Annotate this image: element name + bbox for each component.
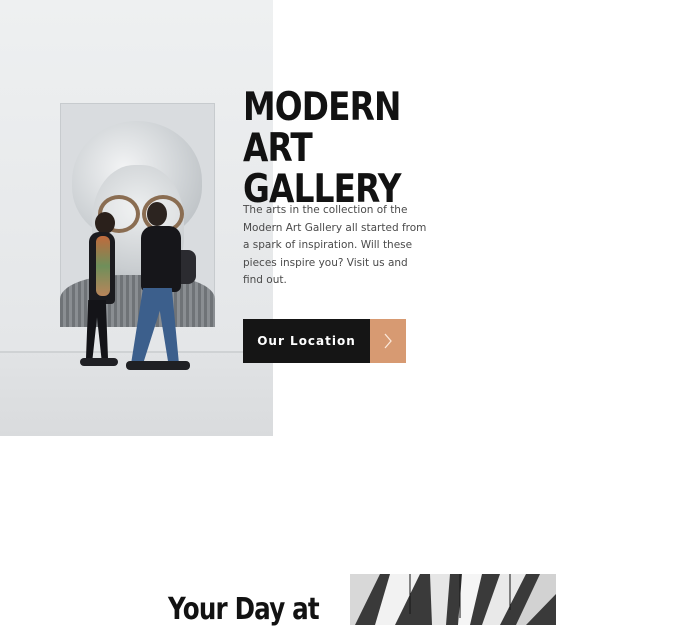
chevron-right-icon[interactable] — [370, 319, 406, 363]
our-location-button-label[interactable]: Our Location — [243, 319, 370, 363]
visitor-1-head — [95, 212, 115, 234]
portrait-painting — [60, 103, 215, 327]
visitor-1-shoes — [80, 358, 118, 366]
visitor-2-head — [147, 202, 167, 226]
hero-title-line-1: MODERN ART — [243, 85, 401, 171]
hero-image — [0, 0, 273, 436]
section-title: Your Day at — [168, 592, 320, 627]
section-image — [350, 574, 556, 625]
our-location-button[interactable]: Our Location — [243, 319, 406, 363]
visitor-2-shoes — [126, 361, 190, 370]
hero-description: The arts in the collection of the Modern… — [243, 204, 427, 286]
visitor-2-body — [141, 226, 181, 292]
hero-title: MODERN ART GALLERY — [243, 87, 445, 210]
visitor-1-scarf — [96, 236, 110, 296]
